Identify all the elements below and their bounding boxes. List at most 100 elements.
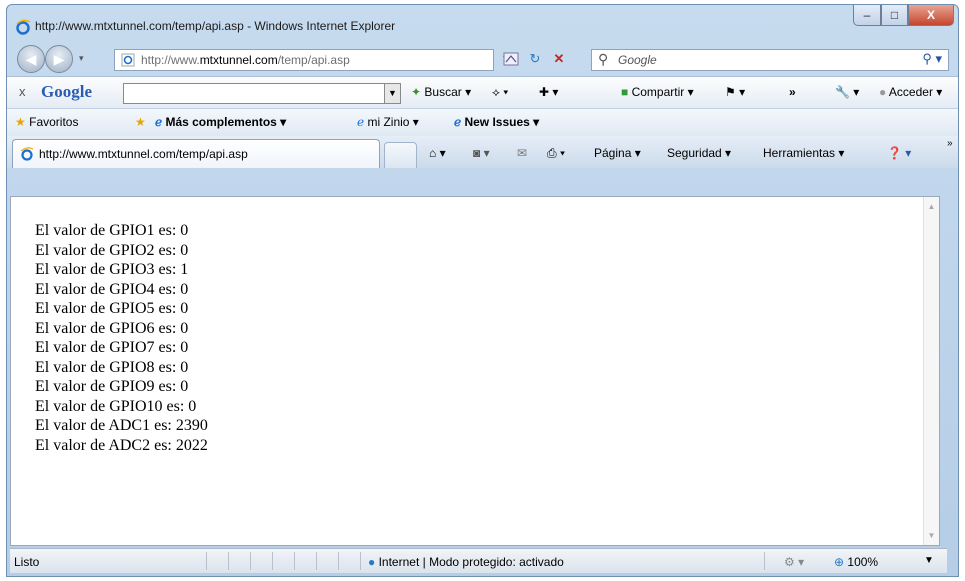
search-box[interactable]: ⚲ Google ⚲ ▾	[591, 49, 949, 71]
google-more-button[interactable]: »	[789, 85, 796, 99]
new-tab-button[interactable]	[384, 142, 417, 168]
fav-label: New Issues ▾	[464, 115, 540, 129]
zoom-control[interactable]: ⊕ 100%	[834, 555, 878, 569]
content-line: El valor de GPIO6 es: 0	[35, 319, 189, 337]
nav-buttons: ◀ ▶ ▾	[17, 45, 97, 73]
security-menu[interactable]: Seguridad ▾	[667, 146, 731, 160]
zoom-icon: ⊕	[834, 555, 845, 569]
status-divider	[338, 552, 339, 570]
status-divider	[294, 552, 295, 570]
ie-page-icon: ℯ	[357, 115, 365, 129]
content-line: El valor de GPIO4 es: 0	[35, 280, 189, 298]
zoom-dropdown-icon[interactable]: ▼	[924, 555, 934, 566]
status-bar: Listo ● Internet | Modo protegido: activ…	[10, 548, 947, 573]
search-icon: ⚲	[598, 51, 609, 67]
address-toolbar: ◀ ▶ ▾ http://www.mtxtunnel.com/temp/api.…	[7, 41, 958, 76]
window-controls: – □ X	[853, 5, 954, 27]
status-divider	[360, 552, 361, 570]
back-button[interactable]: ◀	[17, 45, 45, 73]
search-go-icon[interactable]: ⚲ ▾	[922, 51, 942, 67]
google-search-icon: ✦	[411, 85, 422, 99]
content-lines: El valor de GPIO1 es: 0 El valor de GPIO…	[35, 221, 208, 455]
ie-logo-icon	[16, 19, 31, 35]
status-divider	[272, 552, 273, 570]
page-menu[interactable]: Página ▾	[594, 146, 641, 160]
history-dropdown-icon[interactable]: ▾	[79, 53, 84, 64]
google-extra-icon[interactable]: ⟡ ▾	[492, 85, 508, 100]
ie-page-icon: ℯ	[454, 115, 462, 129]
google-share-button[interactable]: ■ Compartir ▾	[621, 85, 694, 99]
google-signin-button[interactable]: ● Acceder ▾	[879, 85, 942, 99]
share-icon: ■	[621, 85, 629, 99]
stop-icon[interactable]: ✕	[549, 49, 569, 69]
google-plus-icon[interactable]: ✚ ▾	[539, 85, 558, 99]
tab-active[interactable]: http://www.mtxtunnel.com/temp/api.asp	[12, 139, 380, 168]
address-tools: ↻ ✕	[501, 49, 569, 71]
forward-button[interactable]: ▶	[45, 45, 73, 73]
home-icon: ⌂	[429, 146, 437, 160]
minimize-button[interactable]: –	[853, 5, 881, 26]
fav-item-mi-zinio[interactable]: ℯ mi Zinio ▾	[357, 115, 419, 129]
address-url[interactable]: http://www.mtxtunnel.com/temp/api.asp	[141, 53, 350, 67]
ie-logo-icon	[20, 147, 34, 161]
refresh-icon[interactable]: ↻	[525, 49, 545, 69]
feeds-button[interactable]: ◙ ▾	[473, 146, 490, 160]
google-search-input[interactable]: ▼	[123, 83, 401, 104]
close-button[interactable]: X	[908, 5, 954, 26]
content-line: El valor de GPIO1 es: 0	[35, 222, 189, 239]
scroll-down-icon[interactable]: ▼	[924, 528, 939, 543]
google-toolbar-close[interactable]: x	[19, 84, 26, 99]
page-content: El valor de GPIO1 es: 0 El valor de GPIO…	[10, 196, 940, 546]
status-divider	[316, 552, 317, 570]
fav-label: mi Zinio ▾	[367, 115, 419, 129]
fav-item-mas-complementos[interactable]: ℯ Más complementos ▾	[155, 115, 286, 129]
tab-title: http://www.mtxtunnel.com/temp/api.asp	[39, 147, 248, 161]
status-divider	[250, 552, 251, 570]
share-label: Compartir	[631, 85, 685, 99]
scroll-up-icon[interactable]: ▲	[924, 199, 939, 214]
command-overflow-icon[interactable]: »	[947, 138, 953, 149]
mail-icon[interactable]: ✉	[517, 146, 527, 160]
url-prefix: http://www.	[141, 53, 200, 67]
security-zone[interactable]: ● Internet | Modo protegido: activado	[368, 555, 564, 569]
status-divider	[206, 552, 207, 570]
ie-page-icon: ℯ	[155, 115, 163, 129]
protected-mode-icon[interactable]: ⚙ ▾	[784, 555, 804, 569]
window-title: http://www.mtxtunnel.com/temp/api.asp - …	[35, 19, 396, 33]
help-button[interactable]: ❓ ▾	[887, 146, 911, 160]
zone-label: Internet | Modo protegido: activado	[378, 555, 564, 569]
back-arrow-icon: ◀	[25, 50, 37, 67]
page-icon	[121, 53, 135, 67]
home-button[interactable]: ⌂ ▾	[429, 146, 446, 160]
content-line: El valor de ADC1 es: 2390	[35, 417, 208, 434]
title-bar[interactable]: http://www.mtxtunnel.com/temp/api.asp - …	[7, 5, 958, 41]
google-toolbar: x Google ▼ ✦ Buscar ▾ ⟡ ▾ ✚ ▾ ■ Comparti…	[7, 76, 958, 109]
help-icon: ❓	[887, 146, 902, 160]
google-dropdown-icon[interactable]: ▼	[384, 83, 401, 104]
vertical-scrollbar[interactable]: ▲ ▼	[923, 197, 939, 545]
favorites-button[interactable]: ★ Favoritos	[15, 115, 78, 129]
google-search-button[interactable]: ✦ Buscar ▾	[411, 85, 471, 99]
print-button[interactable]: ⎙ ▾	[547, 146, 565, 161]
wrench-icon[interactable]: 🔧 ▾	[835, 85, 859, 99]
fav-item-new-issues[interactable]: ℯ New Issues ▾	[454, 115, 539, 129]
google-logo: Google	[41, 82, 92, 101]
google-search-label: Buscar	[424, 85, 462, 99]
search-placeholder: Google	[618, 53, 657, 67]
url-path: /temp/api.asp	[277, 53, 350, 67]
fav-label: Más complementos ▾	[165, 115, 287, 129]
maximize-button[interactable]: □	[881, 5, 908, 26]
zoom-level: 100%	[847, 555, 879, 569]
add-favorite-icon[interactable]: ★	[135, 115, 146, 129]
signin-label: Acceder	[888, 85, 933, 99]
tools-menu[interactable]: Herramientas ▾	[763, 146, 844, 160]
print-icon: ⎙	[547, 146, 557, 160]
globe-icon: ●	[368, 555, 376, 569]
compatibility-view-icon[interactable]	[501, 49, 521, 69]
content-line: El valor de GPIO9 es: 0	[35, 378, 189, 395]
address-bar[interactable]: http://www.mtxtunnel.com/temp/api.asp ▼	[114, 49, 511, 71]
content-line: El valor de GPIO8 es: 0	[35, 358, 189, 376]
google-tools-icon[interactable]: ⚑ ▾	[725, 85, 745, 99]
status-divider	[228, 552, 229, 570]
favorites-label: Favoritos	[29, 115, 79, 129]
